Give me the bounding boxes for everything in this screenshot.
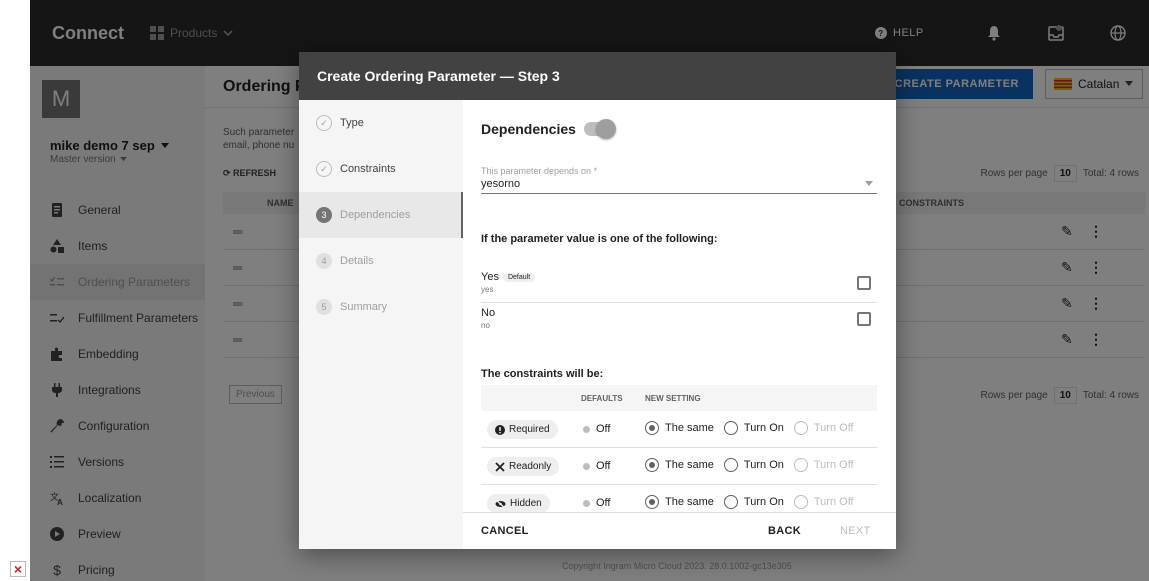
new-setting-radios: The same Turn On Turn Off — [645, 421, 864, 435]
radio-turn-off[interactable] — [793, 458, 808, 472]
default-badge: Default — [502, 272, 536, 282]
radio-label: Turn On — [743, 422, 784, 434]
option-yes-checkbox[interactable] — [857, 276, 871, 290]
radio-label: Turn On — [743, 459, 784, 471]
dialog-actions: CANCEL BACK NEXT — [463, 512, 896, 549]
default-label: Off — [596, 497, 611, 509]
new-setting-radios: The same Turn On Turn Off — [645, 495, 864, 509]
dialog-content: Dependencies This parameter depends on *… — [463, 100, 896, 512]
step-label: Summary — [340, 301, 388, 313]
readonly-chip: Readonly — [487, 457, 560, 476]
constraints-heading: The constraints will be: — [481, 368, 604, 380]
default-value: Off — [583, 423, 610, 435]
step-number: 5 — [316, 299, 332, 315]
step-label: Dependencies — [340, 209, 411, 221]
step-constraints[interactable]: ✓ Constraints — [299, 146, 463, 192]
step-type[interactable]: ✓ Type — [299, 100, 463, 146]
depends-on-select[interactable]: yesorno — [481, 174, 877, 194]
required-chip: Required — [487, 420, 558, 439]
option-value: no — [481, 321, 490, 330]
constraint-row-required: Required Off The same Turn On Turn Off — [481, 411, 877, 448]
radio-turn-off[interactable] — [793, 421, 808, 435]
defaults-header: DEFAULTS — [581, 394, 623, 403]
back-button[interactable]: BACK — [768, 525, 801, 537]
constraints-table-header: DEFAULTS NEW SETTING — [481, 385, 877, 411]
step-number: 3 — [316, 207, 332, 223]
step-label: Constraints — [340, 163, 396, 175]
constraint-name: Required — [509, 424, 550, 435]
radio-same[interactable] — [645, 421, 659, 435]
dialog-title: Create Ordering Parameter — Step 3 — [299, 52, 896, 100]
next-button[interactable]: NEXT — [840, 525, 871, 537]
depends-on-value: yesorno — [481, 177, 521, 190]
constraint-name: Readonly — [509, 461, 552, 472]
constraint-name: Hidden — [510, 498, 542, 509]
step-label: Type — [340, 117, 364, 129]
dependencies-title: Dependencies — [481, 121, 576, 137]
caret-down-icon — [865, 180, 873, 187]
eye-off-icon — [495, 499, 506, 509]
wizard-stepper: ✓ Type ✓ Constraints 3 Dependencies 4 De… — [299, 100, 463, 549]
default-value: Off — [583, 497, 610, 509]
radio-label: The same — [665, 422, 714, 434]
step-dependencies[interactable]: 3 Dependencies — [299, 192, 463, 238]
radio-label: Turn Off — [813, 459, 854, 471]
radio-label: Turn Off — [813, 496, 854, 508]
radio-same[interactable] — [645, 458, 659, 472]
hidden-chip: Hidden — [487, 494, 550, 512]
option-label: Yes — [481, 271, 499, 283]
step-summary[interactable]: 5 Summary — [299, 284, 463, 330]
dependencies-header: Dependencies — [481, 119, 616, 139]
step-details[interactable]: 4 Details — [299, 238, 463, 284]
create-parameter-dialog: Create Ordering Parameter — Step 3 ✓ Typ… — [299, 52, 896, 549]
no-edit-icon — [495, 461, 505, 472]
constraint-row-readonly: Readonly Off The same Turn On Turn Off — [481, 448, 877, 485]
radio-label: Turn Off — [813, 422, 854, 434]
radio-label: The same — [665, 496, 714, 508]
condition-heading: If the parameter value is one of the fol… — [481, 233, 718, 245]
constraint-row-hidden: Hidden Off The same Turn On Turn Off — [481, 485, 877, 512]
cancel-button[interactable]: CANCEL — [481, 525, 529, 537]
step-label: Details — [340, 255, 374, 267]
check-icon: ✓ — [316, 115, 332, 131]
radio-turn-on[interactable] — [723, 495, 738, 509]
default-value: Off — [583, 460, 610, 472]
check-icon: ✓ — [316, 161, 332, 177]
dependencies-toggle[interactable] — [583, 119, 616, 139]
radio-turn-on[interactable] — [723, 458, 738, 472]
radio-label: Turn On — [743, 496, 784, 508]
new-setting-radios: The same Turn On Turn Off — [645, 458, 864, 472]
radio-same[interactable] — [645, 495, 659, 509]
constraints-table: DEFAULTS NEW SETTING Required Off The sa… — [481, 385, 877, 512]
default-label: Off — [596, 423, 611, 435]
alert-circle-icon — [495, 424, 505, 435]
step-number: 4 — [316, 253, 332, 269]
option-no-checkbox[interactable] — [857, 312, 871, 326]
radio-label: The same — [665, 459, 714, 471]
option-value: yes — [481, 285, 494, 294]
new-setting-header: NEW SETTING — [645, 394, 701, 403]
radio-turn-off[interactable] — [793, 495, 808, 509]
option-yes: Yes Default yes — [481, 271, 877, 303]
option-label: No — [481, 307, 496, 319]
broken-image-icon: × — [10, 561, 26, 577]
radio-turn-on[interactable] — [723, 421, 738, 435]
option-no: No no — [481, 307, 877, 337]
default-label: Off — [596, 460, 611, 472]
